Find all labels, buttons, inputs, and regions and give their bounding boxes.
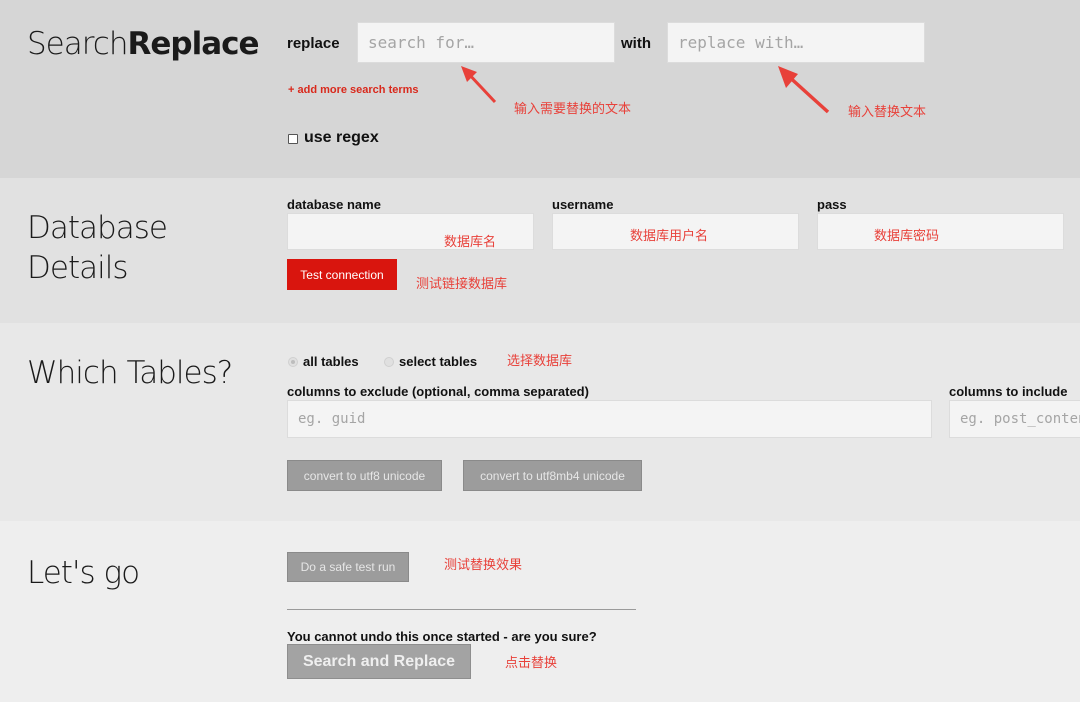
pass-label: pass [817,197,847,212]
db-name-input[interactable] [287,213,534,250]
username-label: username [552,197,614,212]
with-label: with [621,35,651,52]
convert-utf8mb4-button[interactable]: convert to utf8mb4 unicode [463,460,642,491]
search-hint-annotation: 输入需要替换的文本 [514,102,632,117]
search-and-replace-button[interactable]: Search and Replace [287,644,471,679]
include-columns-label: columns to include [949,384,1068,399]
search-input[interactable]: search for… [357,22,615,63]
select-tables-label: select tables [399,354,478,369]
db-name-annotation: 数据库名 [444,235,497,250]
lets-go-section [0,521,1080,702]
undo-warning: You cannot undo this once started - are … [287,629,597,644]
exclude-columns-input[interactable]: eg. guid [287,400,932,438]
test-connection-button[interactable]: Test connection [287,259,397,290]
divider [287,609,636,610]
safe-test-run-button[interactable]: Do a safe test run [287,552,409,582]
test-connection-annotation: 测试链接数据库 [416,277,508,292]
tables-annotation: 选择数据库 [507,354,573,369]
arrow-to-replace-icon [778,66,830,114]
which-tables-heading: Which Tables? [27,355,233,391]
add-search-terms-link[interactable]: + add more search terms [288,84,419,96]
run-annotation: 点击替换 [505,656,558,671]
arrow-to-search-icon [461,66,497,104]
select-tables-radio[interactable] [384,357,394,367]
replace-label: replace [287,35,340,52]
include-columns-input[interactable]: eg. post_content [949,400,1080,438]
use-regex-checkbox[interactable] [288,134,298,144]
pass-input[interactable] [817,213,1064,250]
all-tables-label: all tables [303,354,359,369]
db-name-label: database name [287,197,381,212]
dry-run-annotation: 测试替换效果 [444,558,523,573]
all-tables-radio[interactable] [288,357,298,367]
replace-input[interactable]: replace with… [667,22,925,63]
username-annotation: 数据库用户名 [630,229,709,244]
use-regex-label: use regex [304,129,379,146]
exclude-columns-label: columns to exclude (optional, comma sepa… [287,384,589,399]
app-logo: SearchReplace [27,26,260,62]
database-details-heading: Database Details [27,210,168,286]
replace-hint-annotation: 输入替换文本 [848,105,927,120]
lets-go-heading: Let's go [27,555,140,591]
convert-utf8-button[interactable]: convert to utf8 unicode [287,460,442,491]
pass-annotation: 数据库密码 [874,229,940,244]
